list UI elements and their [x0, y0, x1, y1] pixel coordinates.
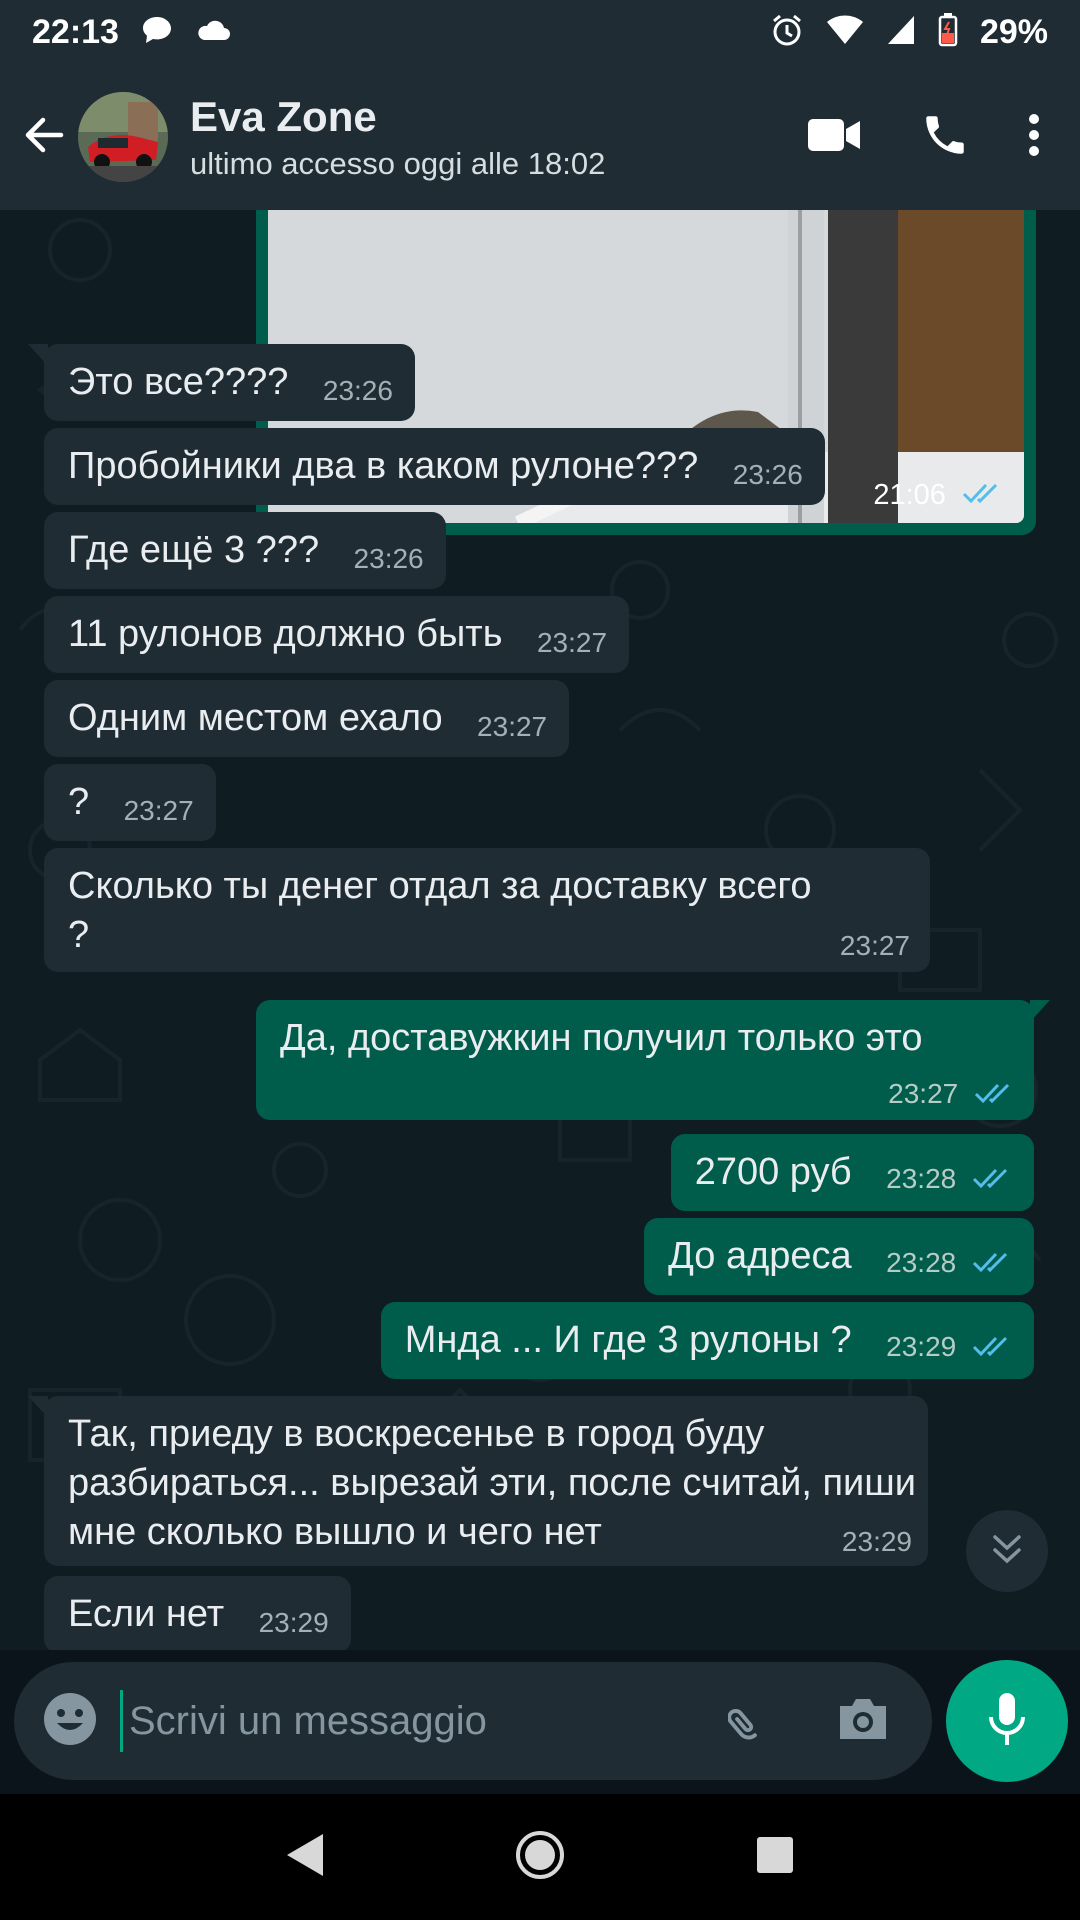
- status-bar: 22:13 29%: [0, 0, 1080, 64]
- read-receipt-icon: [972, 1249, 1012, 1281]
- nav-recents-icon[interactable]: [755, 1835, 795, 1880]
- system-nav-bar: [0, 1794, 1080, 1920]
- message-time: 23:26: [353, 543, 424, 574]
- message-time: 23:26: [322, 375, 393, 406]
- message-bubble[interactable]: Да, доставужкин получил только это 23:27: [256, 1000, 1050, 1120]
- message-text: Да, доставужкин получил только это: [280, 1017, 923, 1059]
- message-text: Сколько ты денег отдал за доставку всего…: [68, 865, 812, 956]
- message-time: 23:27: [123, 795, 194, 826]
- message-text: Так, приеду в воскресенье в город буду р…: [68, 1413, 916, 1553]
- wifi-icon: [826, 14, 864, 51]
- attach-icon[interactable]: [727, 1693, 780, 1750]
- photo-message-meta: 21:06: [873, 479, 1002, 513]
- message-text: Мнда ... И где 3 рулоны ?: [404, 1319, 852, 1361]
- message-time: 23:29: [841, 1526, 912, 1557]
- message-composer: Scrivi un messaggio: [14, 1662, 932, 1780]
- last-seen-status: ultimo accesso oggi alle 18:02: [190, 146, 606, 182]
- read-receipt-icon: [972, 1333, 1012, 1365]
- message-time: 21:06: [873, 479, 946, 512]
- mic-icon: [987, 1691, 1027, 1752]
- message-bubble[interactable]: Так, приеду в воскресенье в город буду р…: [28, 1396, 928, 1566]
- alarm-icon: [770, 13, 804, 52]
- message-text: 2700 руб: [694, 1151, 852, 1193]
- read-receipt-icon: [972, 1165, 1012, 1197]
- message-bubble[interactable]: До адреса 23:28: [644, 1218, 1034, 1295]
- message-input[interactable]: Scrivi un messaggio: [120, 1690, 728, 1752]
- avatar[interactable]: [78, 92, 168, 182]
- message-meta: 23:28: [886, 1247, 1012, 1281]
- message-text: Если нет: [68, 1593, 225, 1635]
- message-bubble[interactable]: Это все???? 23:26: [28, 344, 415, 421]
- message-time: 23:27: [477, 711, 548, 742]
- read-receipt-icon: [974, 1080, 1014, 1112]
- battery-percent: 29%: [979, 12, 1048, 51]
- message-time: 23:28: [886, 1163, 957, 1195]
- emoji-icon[interactable]: [42, 1691, 98, 1752]
- message-text: ?: [68, 781, 90, 823]
- message-text: Пробойники два в каком рулоне???: [68, 445, 699, 487]
- message-time: 23:27: [839, 930, 910, 961]
- voice-message-button[interactable]: [946, 1660, 1068, 1782]
- message-text: Где ещё 3 ???: [68, 529, 320, 571]
- nav-home-icon[interactable]: [515, 1830, 565, 1885]
- back-button[interactable]: [0, 64, 88, 210]
- battery-icon: [938, 12, 958, 52]
- message-text: 11 рулонов должно быть: [68, 613, 503, 655]
- scroll-to-bottom-button[interactable]: [966, 1510, 1048, 1592]
- double-chevron-down-icon: [989, 1531, 1025, 1572]
- message-meta: 23:27: [888, 1078, 1014, 1112]
- camera-icon[interactable]: [836, 1696, 890, 1747]
- phone-icon[interactable]: [920, 110, 970, 165]
- message-time: 23:28: [886, 1247, 957, 1279]
- message-text: Одним местом ехало: [68, 697, 443, 739]
- message-bubble[interactable]: Сколько ты денег отдал за доставку всего…: [44, 848, 930, 972]
- message-bubble[interactable]: 11 рулонов должно быть 23:27: [44, 596, 630, 673]
- message-bubble[interactable]: Одним местом ехало 23:27: [44, 680, 570, 757]
- contact-info[interactable]: Eva Zone ultimo accesso oggi alle 18:02: [190, 92, 806, 182]
- message-text: Это все????: [68, 361, 289, 403]
- message-bubble[interactable]: Если нет 23:29: [44, 1576, 351, 1650]
- chat-header: Eva Zone ultimo accesso oggi alle 18:02: [0, 64, 1080, 210]
- message-bubble[interactable]: 2700 руб 23:28: [670, 1134, 1034, 1211]
- message-time: 23:29: [886, 1331, 957, 1363]
- message-bubble[interactable]: Пробойники два в каком рулоне??? 23:26: [44, 428, 825, 505]
- message-bubble[interactable]: Где ещё 3 ??? 23:26: [44, 512, 446, 589]
- chat-bubble-icon: [141, 15, 173, 50]
- message-time: 23:26: [732, 459, 803, 490]
- back-arrow-icon: [21, 112, 67, 163]
- chat-area[interactable]: 21:06 Это все???? 23:26 Пробойники два в…: [0, 210, 1080, 1650]
- video-call-icon[interactable]: [806, 115, 862, 160]
- message-meta: 23:28: [886, 1163, 1012, 1197]
- read-receipt-icon: [962, 480, 1002, 513]
- message-time: 23:29: [258, 1607, 329, 1638]
- message-bubble[interactable]: ? 23:27: [44, 764, 216, 841]
- more-vertical-icon[interactable]: [1028, 113, 1040, 162]
- message-meta: 23:29: [886, 1331, 1012, 1365]
- nav-back-icon[interactable]: [285, 1832, 325, 1883]
- message-text: До адреса: [668, 1235, 852, 1277]
- contact-name: Eva Zone: [190, 92, 377, 140]
- message-time: 23:27: [888, 1078, 959, 1110]
- signal-icon: [886, 14, 916, 51]
- message-bubble[interactable]: Мнда ... И где 3 рулоны ? 23:29: [380, 1302, 1034, 1379]
- cloud-icon: [195, 18, 231, 47]
- status-time: 22:13: [32, 12, 119, 51]
- message-time: 23:27: [536, 627, 608, 658]
